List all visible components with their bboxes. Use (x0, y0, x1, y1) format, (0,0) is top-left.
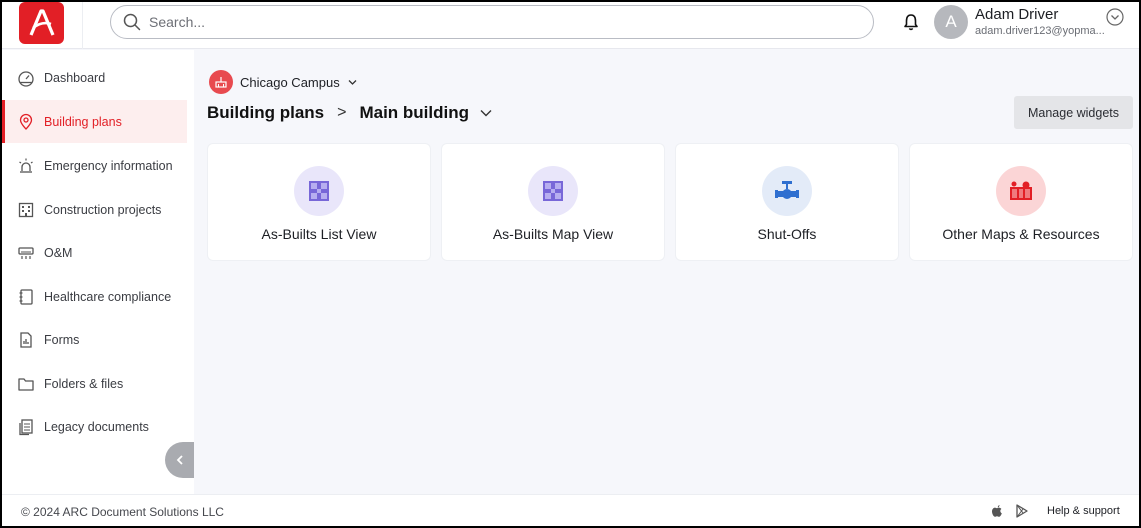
sidebar-item-building-plans[interactable]: Building plans (2, 100, 187, 143)
chart-document-icon (17, 331, 35, 349)
sidebar-item-legacy-documents[interactable]: Legacy documents (2, 405, 187, 448)
sidebar-item-label: Folders & files (44, 376, 124, 391)
footer: © 2024 ARC Document Solutions LLC Help &… (2, 494, 1139, 526)
sidebar-item-healthcare-compliance[interactable]: Healthcare compliance (2, 275, 187, 318)
chevron-left-icon (176, 455, 183, 465)
sidebar-item-label: O&M (44, 245, 73, 260)
sidebar-item-label: Building plans (44, 114, 122, 129)
apple-icon[interactable] (990, 504, 1004, 518)
floor-plan-icon (294, 166, 344, 216)
gauge-icon (17, 69, 35, 87)
sidebar-item-forms[interactable]: Forms (2, 318, 187, 361)
map-resources-icon (996, 166, 1046, 216)
chevron-down-icon (348, 79, 357, 85)
alarm-icon (17, 157, 35, 175)
card-label: Other Maps & Resources (942, 226, 1100, 242)
floor-plan-icon (528, 166, 578, 216)
documents-icon (17, 418, 35, 436)
copyright-text: © 2024 ARC Document Solutions LLC (21, 505, 224, 519)
chevron-down-icon (480, 110, 492, 117)
valve-icon (762, 166, 812, 216)
sidebar-item-dashboard[interactable]: Dashboard (2, 56, 187, 99)
top-header: A Adam Driver adam.driver123@yopma... (2, 2, 1139, 49)
sidebar-item-label: Legacy documents (44, 419, 149, 434)
air-conditioner-icon (17, 244, 35, 262)
sidebar-item-label: Dashboard (44, 70, 106, 85)
card-label: As-Builts Map View (492, 226, 614, 242)
search-input[interactable] (149, 14, 849, 30)
sidebar-item-label: Construction projects (44, 202, 162, 217)
search-icon (123, 13, 141, 31)
breadcrumb-separator: > (337, 104, 347, 121)
search-bar[interactable] (110, 5, 874, 39)
collapse-sidebar-button[interactable] (165, 442, 194, 478)
sidebar-item-folders-files[interactable]: Folders & files (2, 362, 187, 405)
sidebar-item-label: Healthcare compliance (44, 289, 172, 304)
manage-widgets-button[interactable]: Manage widgets (1014, 96, 1133, 129)
google-play-icon[interactable] (1015, 504, 1029, 518)
app-window: A Adam Driver adam.driver123@yopma... Da… (2, 2, 1139, 526)
sidebar-item-emergency-information[interactable]: Emergency information (2, 144, 187, 187)
sidebar-item-label: Forms (44, 332, 80, 347)
widget-card-as-builts-map-view[interactable]: As-Builts Map View (442, 144, 664, 260)
widget-card-shut-offs[interactable]: Shut-Offs (676, 144, 898, 260)
sidebar-item-label: Emergency information (44, 158, 173, 173)
map-pin-icon (17, 113, 35, 131)
campus-icon (209, 70, 233, 94)
arc-logo-icon (29, 9, 54, 36)
user-email: adam.driver123@yopma... (975, 25, 1105, 37)
card-label: As-Builts List View (261, 226, 377, 242)
building-icon (17, 201, 35, 219)
arc-logo[interactable] (19, 2, 64, 44)
folder-icon (17, 375, 35, 393)
notebook-icon (17, 288, 35, 306)
chevron-down-icon[interactable] (1106, 8, 1124, 26)
campus-selector[interactable]: Chicago Campus (209, 69, 358, 95)
sidebar-item-construction-projects[interactable]: Construction projects (2, 188, 187, 231)
breadcrumb-parent[interactable]: Building plans (207, 103, 324, 123)
building-selector[interactable]: Main building (359, 103, 493, 123)
breadcrumb: Building plans > Main building (207, 102, 493, 124)
widget-card-other-maps-resources[interactable]: Other Maps & Resources (910, 144, 1132, 260)
notification-bell-icon[interactable] (901, 12, 921, 32)
header-divider (82, 2, 83, 49)
user-name: Adam Driver (975, 6, 1059, 23)
help-support-link[interactable]: Help & support (1047, 505, 1120, 517)
avatar[interactable]: A (934, 5, 968, 39)
campus-label: Chicago Campus (240, 74, 340, 90)
widget-card-as-builts-list-view[interactable]: As-Builts List View (208, 144, 430, 260)
sidebar-item-om[interactable]: O&M (2, 231, 187, 274)
breadcrumb-current: Main building (359, 103, 469, 122)
sidebar: Dashboard Building plans Emergency infor… (2, 50, 194, 494)
card-label: Shut-Offs (757, 226, 817, 242)
